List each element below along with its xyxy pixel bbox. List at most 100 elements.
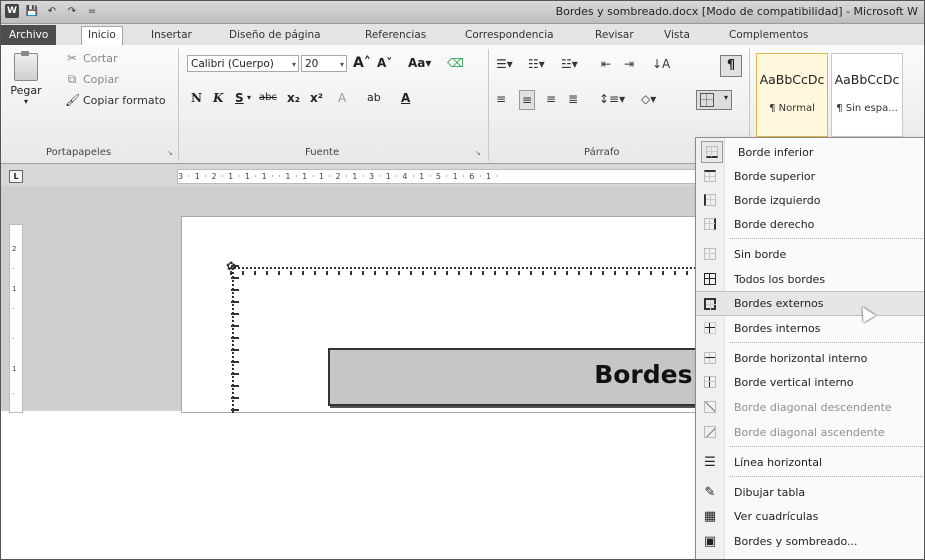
style-sin-espaciado[interactable]: AaBbCcDc ¶ Sin espa... [831, 53, 903, 137]
menu-item-todos-los-bordes[interactable]: Todos los bordes [696, 267, 924, 291]
ribbon-tabs: Archivo Inicio Insertar Diseño de página… [1, 24, 924, 46]
justify-icon[interactable]: ≣ [568, 90, 578, 108]
tab-insertar[interactable]: Insertar [145, 27, 198, 44]
menu-item-borde-superior[interactable]: Borde superior [696, 164, 924, 188]
strikethrough-button[interactable]: abc [259, 89, 277, 107]
line-spacing-icon[interactable]: ↕≡▾ [599, 90, 625, 108]
copy-button[interactable]: ⧉ Copiar [65, 72, 119, 87]
menu-item-label: Borde horizontal interno [734, 351, 868, 365]
undo-icon[interactable]: ↶ [45, 4, 59, 18]
group-label-parrafo: Párrafo [584, 147, 620, 158]
group-separator [178, 49, 179, 161]
italic-button[interactable]: K [213, 89, 223, 107]
border-left-icon [701, 191, 719, 209]
shading-icon[interactable]: ◇▾ [641, 90, 656, 108]
menu-item-bordes-y-sombreado[interactable]: ▣ Bordes y sombreado... [696, 529, 924, 553]
document-heading: Bordes· [594, 360, 702, 389]
menu-item-bordes-externos[interactable]: Bordes externos [696, 291, 924, 316]
font-name-combo[interactable]: Calibri (Cuerpo) ▾ [187, 55, 299, 72]
cut-label: Cortar [83, 51, 118, 65]
menu-item-label: Bordes y sombreado... [734, 534, 858, 548]
clear-format-icon[interactable]: ⌫ [447, 54, 464, 72]
font-size-combo[interactable]: 20 ▾ [301, 55, 347, 72]
decrease-indent-icon[interactable]: ⇤ [601, 55, 611, 73]
menu-item-sin-borde[interactable]: Sin borde [696, 242, 924, 266]
sort-icon[interactable]: ↓A [652, 55, 670, 73]
menu-item-dibujar-tabla[interactable]: ✎ Dibujar tabla [696, 480, 924, 504]
align-left-icon[interactable]: ≡ [496, 90, 506, 108]
chevron-down-icon: ▾ [291, 60, 296, 69]
style-name: ¶ Normal [769, 103, 815, 114]
subscript-button[interactable]: x₂ [287, 89, 300, 107]
horizontal-ruler[interactable]: 3 · 1 · 2 · 1 · 1 · 1 · · 1 · 1 · 1 · 2 … [177, 169, 709, 184]
format-painter-button[interactable]: 🖌 Copiar formato [65, 93, 166, 107]
ruler-mark: 1 [12, 365, 17, 373]
tab-correspondencia[interactable]: Correspondencia [459, 27, 560, 44]
menu-item-label: Línea horizontal [734, 455, 823, 469]
underline-button[interactable]: S [235, 89, 244, 107]
font-color-button[interactable]: A [401, 89, 410, 107]
bullets-icon[interactable]: ☰▾ [496, 55, 513, 73]
highlight-button[interactable]: ab [367, 89, 381, 107]
borders-button[interactable]: ▾ [696, 90, 732, 110]
menu-item-borde-izquierdo[interactable]: Borde izquierdo [696, 188, 924, 212]
word-logo-icon: W [5, 4, 19, 18]
borders-dropdown-menu: Borde inferior Borde superior Borde izqu… [695, 137, 924, 559]
align-right-icon[interactable]: ≡ [546, 90, 556, 108]
vertical-ruler[interactable]: 2 · 1 · · 1 · [9, 224, 23, 413]
tab-inicio[interactable]: Inicio [81, 26, 123, 46]
bold-button[interactable]: N [191, 89, 202, 107]
menu-item-borde-derecho[interactable]: Borde derecho [696, 212, 924, 236]
paste-button[interactable]: Pegar ▾ [7, 51, 45, 106]
ruler-mark: · [12, 335, 15, 343]
cut-button[interactable]: ✂ Cortar [65, 51, 118, 65]
text-effects-button[interactable]: A [338, 89, 346, 107]
ruler-mark: 2 [12, 245, 17, 253]
menu-item-label: Dibujar tabla [734, 485, 806, 499]
art-border-top [230, 267, 700, 277]
tab-revisar[interactable]: Revisar [589, 27, 640, 44]
superscript-button[interactable]: x² [310, 89, 323, 107]
format-painter-label: Copiar formato [83, 93, 166, 107]
menu-item-borde-inferior[interactable]: Borde inferior [696, 140, 924, 164]
redo-icon[interactable]: ↷ [65, 4, 79, 18]
dialog-launcher-icon[interactable]: ↘ [475, 149, 483, 157]
heading-box[interactable]: Bordes· [328, 348, 712, 406]
grow-font-button[interactable]: A˄ [353, 54, 371, 72]
border-bottom-icon [701, 141, 723, 163]
menu-item-bordes-internos[interactable]: Bordes internos [696, 316, 924, 340]
document-page[interactable]: ✿ Bordes· [181, 216, 712, 413]
customize-qat-icon[interactable]: = [85, 4, 99, 18]
group-separator [488, 49, 489, 161]
save-icon[interactable]: 💾 [25, 4, 39, 18]
menu-item-ver-cuadriculas[interactable]: ▦ Ver cuadrículas [696, 504, 924, 528]
no-border-icon [701, 245, 719, 263]
align-center-icon[interactable]: ≡ [519, 90, 536, 110]
tab-vista[interactable]: Vista [658, 27, 696, 44]
diagonal-up-border-icon [701, 423, 719, 441]
tab-archivo[interactable]: Archivo [1, 25, 57, 45]
inside-vertical-border-icon [701, 373, 719, 391]
outside-borders-icon [701, 295, 719, 313]
style-normal[interactable]: AaBbCcDc ¶ Normal [756, 53, 828, 137]
numbering-icon[interactable]: ☷▾ [528, 55, 545, 73]
chevron-down-icon[interactable]: ▾ [247, 89, 251, 107]
show-formatting-button[interactable]: ¶ [720, 55, 742, 77]
menu-item-borde-vertical-interno[interactable]: Borde vertical interno [696, 370, 924, 394]
multilevel-list-icon[interactable]: ☳▾ [561, 55, 578, 73]
menu-item-linea-horizontal[interactable]: ☰ Línea horizontal [696, 450, 924, 474]
change-case-button[interactable]: Aa▾ [408, 54, 431, 72]
shrink-font-button[interactable]: A˅ [377, 54, 392, 72]
menu-item-label: Sin borde [734, 247, 787, 261]
menu-item-label: Borde superior [734, 169, 816, 183]
dialog-launcher-icon[interactable]: ↘ [167, 149, 175, 157]
tab-complementos[interactable]: Complementos [723, 27, 814, 44]
tab-selector[interactable]: L [9, 170, 23, 183]
borders-icon [700, 93, 714, 107]
menu-item-borde-horizontal-interno[interactable]: Borde horizontal interno [696, 346, 924, 370]
tab-referencias[interactable]: Referencias [359, 27, 432, 44]
border-right-icon [701, 215, 719, 233]
tab-diseno-pagina[interactable]: Diseño de página [223, 27, 327, 44]
diagonal-down-border-icon [701, 398, 719, 416]
increase-indent-icon[interactable]: ⇥ [624, 55, 634, 73]
